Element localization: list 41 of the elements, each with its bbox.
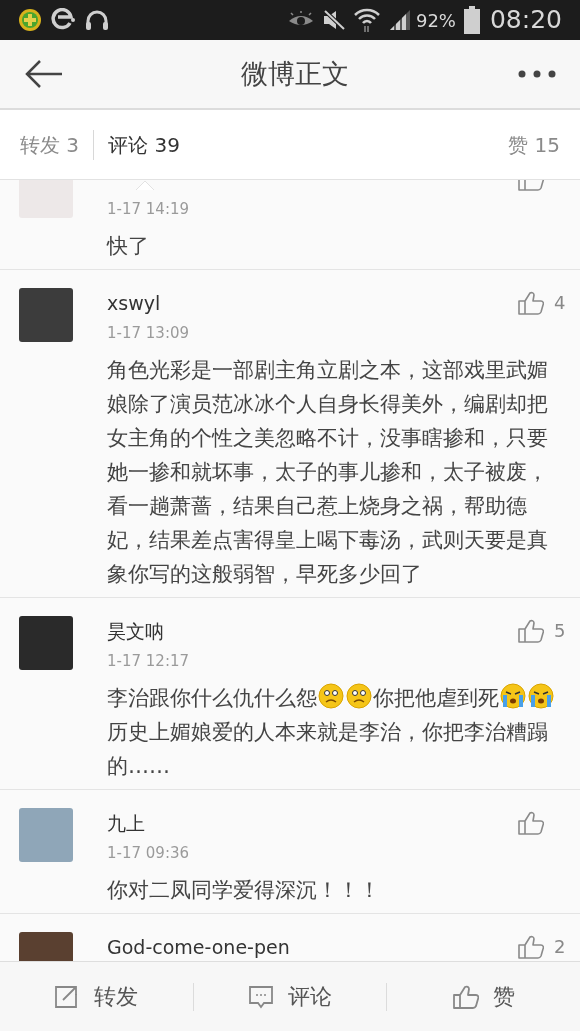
- comment-text: 快了: [107, 233, 150, 260]
- like-count: 5: [554, 620, 566, 642]
- comment-time: 1-17 12:17: [107, 651, 191, 671]
- username[interactable]: xswyl: [107, 292, 161, 314]
- toolbar-button[interactable]: 赞: [387, 962, 580, 1031]
- like-icon[interactable]: [518, 811, 544, 835]
- like-icon[interactable]: [518, 619, 544, 643]
- comment-icon: [248, 984, 274, 1009]
- wifi-icon: [353, 8, 380, 32]
- comment-time: 1-17 13:09: [107, 323, 191, 343]
- comment-text: 你对二凤同学爱得深沉！！！: [107, 877, 381, 904]
- like-count: 4: [554, 292, 566, 314]
- page-title: 微博正文: [241, 56, 349, 91]
- like-icon[interactable]: [518, 935, 544, 959]
- sad-face-emoji: [346, 683, 372, 709]
- like-icon: [452, 984, 479, 1009]
- username[interactable]: 昊文呐: [107, 620, 164, 642]
- toolbar-button[interactable]: 转发: [0, 962, 193, 1031]
- more-icon: [518, 70, 556, 78]
- crying-face-emoji: [500, 683, 526, 709]
- headphones-icon: [84, 8, 110, 32]
- comment-time: 1-17 14:19: [107, 199, 191, 219]
- comment-text: 李治跟你什么仇什么怨 你把他虐到死 历史上媚娘爱的人本来就是李治，你把李治糟蹋的……: [107, 681, 566, 783]
- browser-app-icon: [50, 8, 76, 32]
- back-arrow-icon: [24, 59, 64, 89]
- tab[interactable]: 评论 39: [108, 124, 180, 165]
- tab[interactable]: 赞 15: [508, 124, 560, 165]
- comment-text: 角色光彩是一部剧主角立剧之本，这部戏里武媚娘除了演员范冰冰个人自身长得美外，编剧却把女主角的个性之美忽略不计，没事瞎掺和，只要她一掺和就坏事，太子的事儿掺和，太子被废，看一趟萧蔷，结果自己惹上烧身之祸，帮助德妃，结果差点害得皇上喝下毒汤，武则天要是真象你写的这般弱智，早死多少回了: [107, 357, 549, 588]
- mute-icon: [321, 9, 346, 31]
- sad-face-emoji: [318, 683, 344, 709]
- crying-face-emoji: [528, 683, 554, 709]
- battery-percent: 92%: [415, 8, 456, 33]
- username[interactable]: God-come-one-pen: [107, 936, 290, 958]
- tab[interactable]: 转发 3: [20, 124, 80, 165]
- comment-time: 1-17 09:36: [107, 843, 191, 863]
- battery-icon: [463, 6, 480, 34]
- like-icon[interactable]: [518, 291, 544, 315]
- clock: 08:20: [489, 4, 562, 37]
- username[interactable]: 九上: [107, 812, 145, 834]
- like-count: 2: [554, 936, 566, 958]
- toolbar-button[interactable]: 评论: [193, 962, 387, 1031]
